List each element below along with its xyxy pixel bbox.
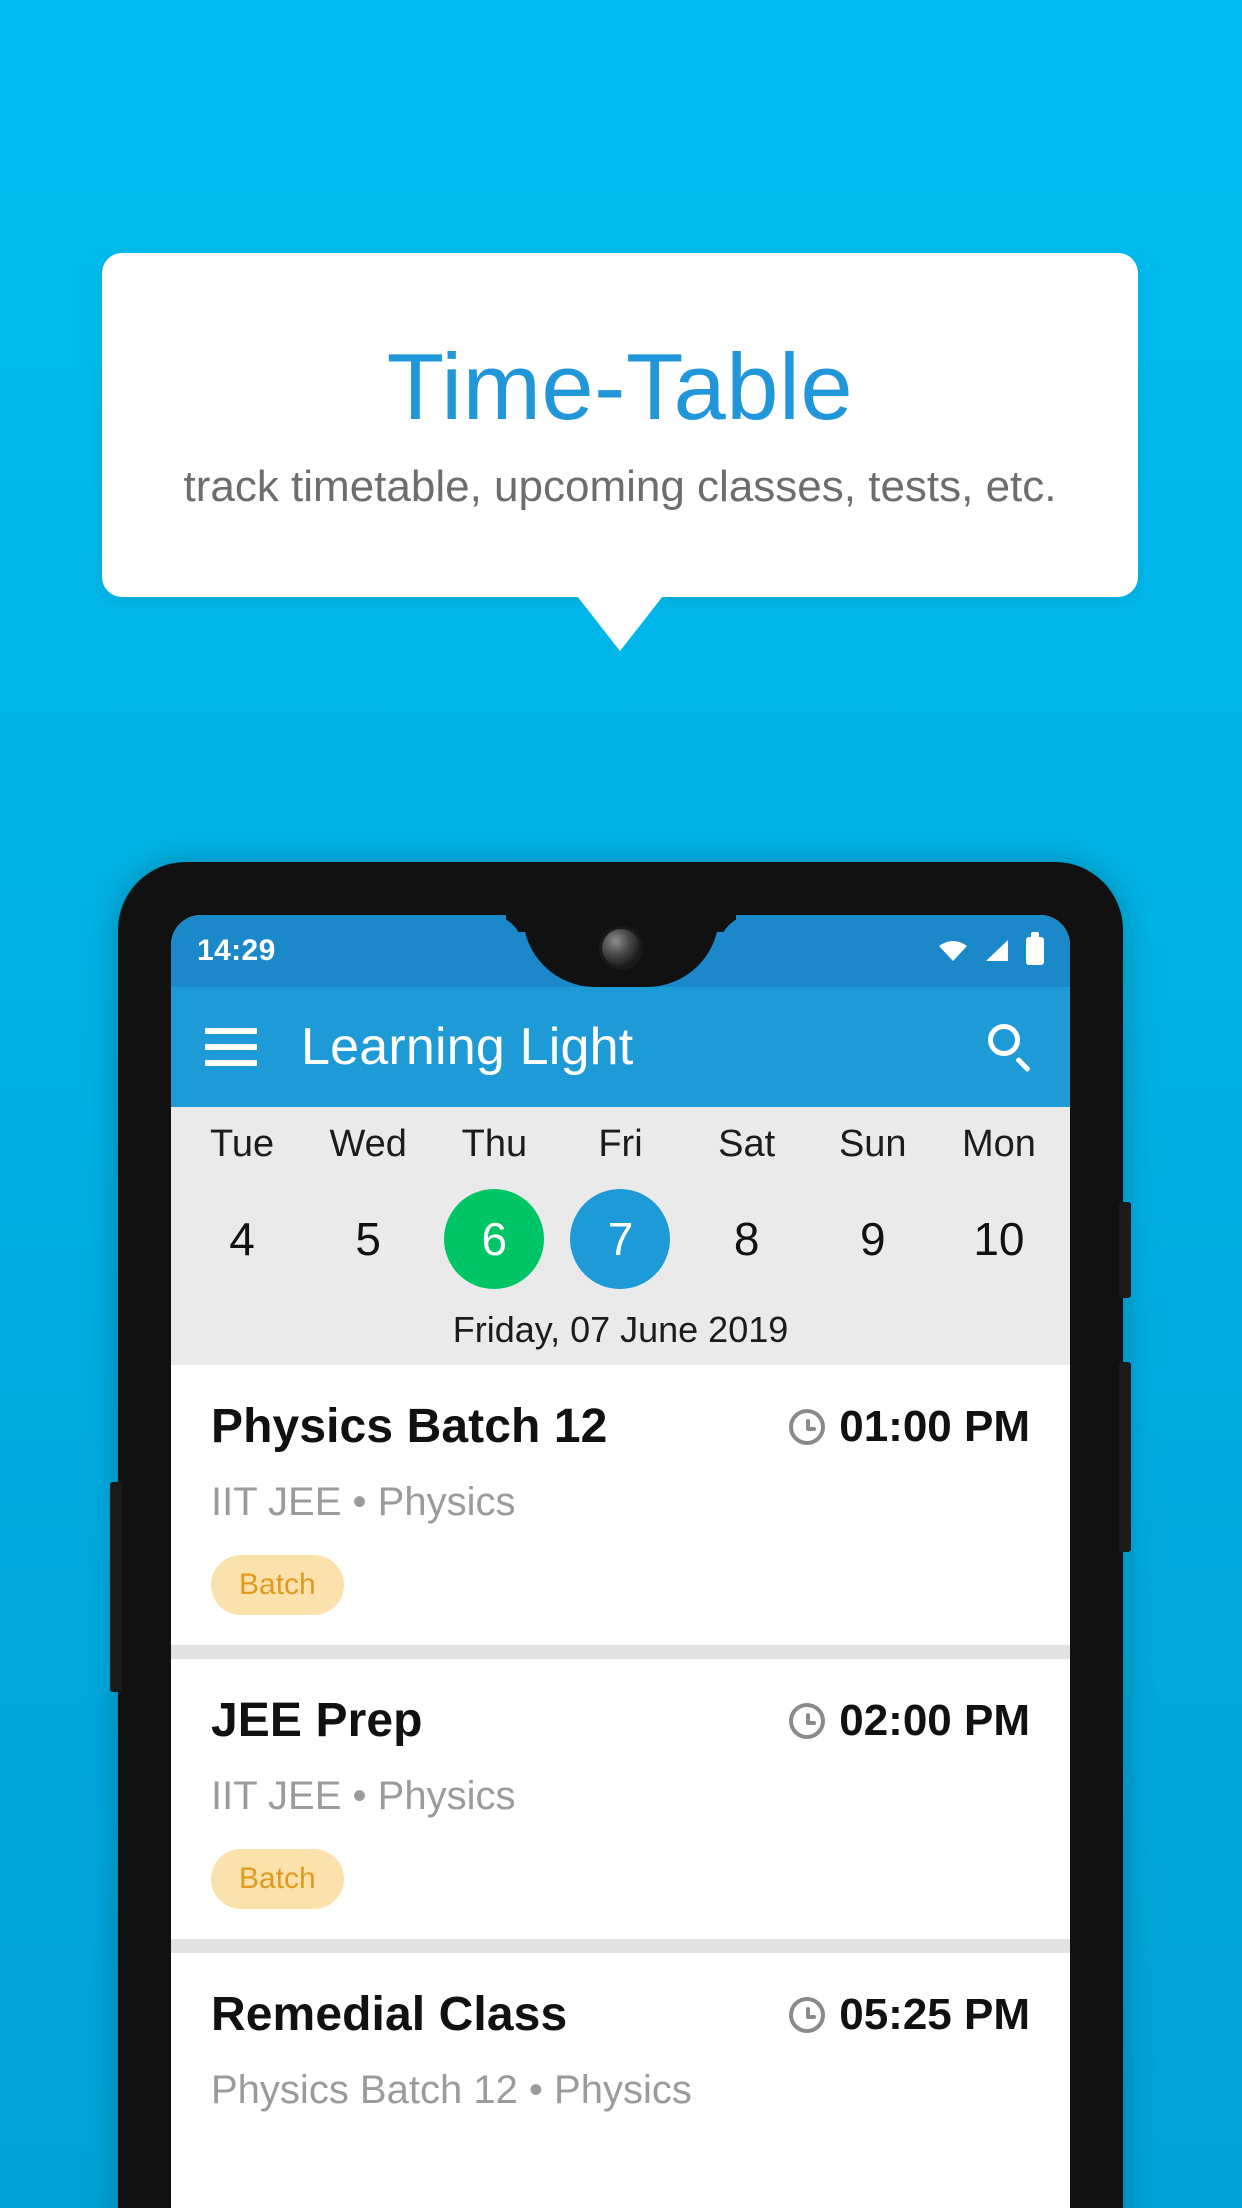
phone-power-button [1119, 1202, 1131, 1298]
day-name: Tue [210, 1123, 275, 1165]
phone-volume-button [1119, 1362, 1131, 1552]
hamburger-menu-icon[interactable] [205, 1028, 257, 1066]
class-card-header: Physics Batch 12 01:00 PM [211, 1399, 1030, 1454]
status-badge: Batch [211, 1555, 344, 1615]
class-title: Physics Batch 12 [211, 1400, 608, 1453]
class-title: JEE Prep [211, 1694, 423, 1747]
day-number-selected[interactable]: 7 [570, 1189, 671, 1289]
wifi-icon [938, 939, 968, 963]
class-subtitle: IIT JEE • Physics [211, 1480, 516, 1524]
phone-notch [522, 915, 719, 987]
day-number-marked[interactable]: 6 [444, 1189, 545, 1289]
page-title: Time-Table [386, 334, 854, 440]
status-bar-icons [938, 932, 1044, 965]
page-subtitle: track timetable, upcoming classes, tests… [183, 462, 1057, 512]
class-subtitle: Physics Batch 12 • Physics [211, 2068, 692, 2112]
day-name: Sun [838, 1123, 907, 1165]
class-card[interactable]: JEE Prep 02:00 PM IIT JEE • Physics Batc… [171, 1659, 1070, 1939]
class-card[interactable]: Physics Batch 12 01:00 PM IIT JEE • Phys… [171, 1365, 1070, 1645]
day-name: Wed [329, 1123, 407, 1165]
day-name: Thu [461, 1123, 528, 1165]
day-number[interactable]: 4 [192, 1189, 292, 1289]
class-time: 02:00 PM [839, 1695, 1030, 1745]
promo-callout-card: Time-Table track timetable, upcoming cla… [102, 253, 1138, 597]
signal-icon [984, 939, 1010, 963]
day-column-wed[interactable]: Wed 5 [305, 1125, 431, 1289]
class-time-group: 05:25 PM [789, 1990, 1030, 2040]
callout-pointer [577, 596, 663, 651]
day-column-sun[interactable]: Sun 9 [810, 1125, 936, 1289]
class-card-header: JEE Prep 02:00 PM [211, 1693, 1030, 1748]
class-card[interactable]: Remedial Class 05:25 PM Physics Batch 12… [171, 1953, 1070, 2143]
day-number[interactable]: 8 [697, 1189, 797, 1289]
status-bar: 14:29 [171, 915, 1070, 987]
selected-date-label: Friday, 07 June 2019 [452, 1309, 789, 1350]
day-name: Mon [961, 1123, 1036, 1165]
class-time-group: 01:00 PM [789, 1402, 1030, 1452]
status-badge: Batch [211, 1849, 344, 1909]
day-number[interactable]: 10 [949, 1189, 1049, 1289]
class-list: Physics Batch 12 01:00 PM IIT JEE • Phys… [171, 1365, 1070, 2143]
day-row: Tue 4 Wed 5 Thu 6 Fri 7 Sat 8 Sun 9 Mon … [171, 1125, 1070, 1289]
class-time: 01:00 PM [839, 1401, 1030, 1451]
phone-screen: 14:29 Learning Light Tue 4 Wed 5 Thu 6 F… [171, 915, 1070, 2208]
clock-icon [789, 1996, 826, 2033]
class-time: 05:25 PM [839, 1989, 1030, 2039]
app-title: Learning Light [301, 1018, 634, 1076]
clock-icon [789, 1702, 826, 1739]
promo-screen: Time-Table track timetable, upcoming cla… [0, 0, 1242, 2208]
status-bar-clock: 14:29 [197, 934, 276, 967]
battery-icon [1026, 932, 1044, 965]
day-column-fri[interactable]: Fri 7 [557, 1125, 683, 1289]
class-title: Remedial Class [211, 1988, 568, 2041]
class-time-group: 02:00 PM [789, 1696, 1030, 1746]
class-subtitle: IIT JEE • Physics [211, 1774, 516, 1818]
class-card-header: Remedial Class 05:25 PM [211, 1987, 1030, 2042]
day-column-sat[interactable]: Sat 8 [684, 1125, 810, 1289]
day-column-tue[interactable]: Tue 4 [179, 1125, 305, 1289]
calendar-day-strip: Tue 4 Wed 5 Thu 6 Fri 7 Sat 8 Sun 9 Mon … [171, 1107, 1070, 1365]
search-icon[interactable] [984, 1021, 1036, 1073]
app-bar: Learning Light [171, 987, 1070, 1107]
phone-side-button [110, 1482, 122, 1692]
day-column-thu[interactable]: Thu 6 [431, 1125, 557, 1289]
day-number[interactable]: 9 [823, 1189, 923, 1289]
day-number[interactable]: 5 [318, 1189, 418, 1289]
day-column-mon[interactable]: Mon 10 [936, 1125, 1062, 1289]
day-name: Fri [598, 1123, 643, 1165]
clock-icon [789, 1408, 826, 1445]
day-name: Sat [718, 1123, 776, 1165]
front-camera-icon [601, 929, 640, 967]
phone-mockup: 14:29 Learning Light Tue 4 Wed 5 Thu 6 F… [110, 862, 1131, 2208]
